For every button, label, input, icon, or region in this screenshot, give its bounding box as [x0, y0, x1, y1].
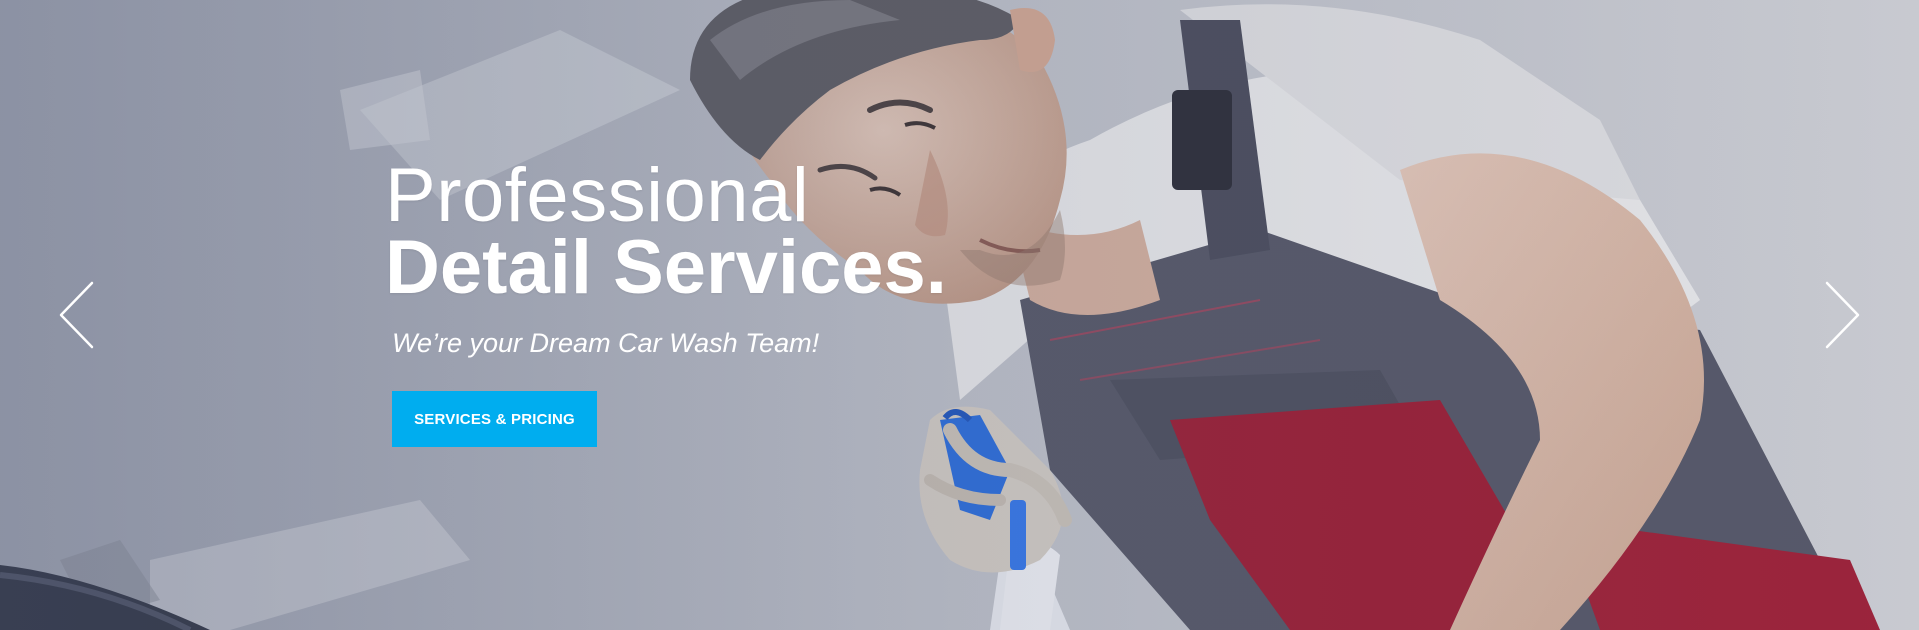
- hero-content: Professional Detail Services. We’re your…: [385, 153, 1085, 447]
- chevron-left-icon: [59, 281, 94, 349]
- headline-line-2: Detail Services.: [385, 225, 947, 310]
- hero-subtitle: We’re your Dream Car Wash Team!: [392, 328, 820, 358]
- slider-next-button[interactable]: [1822, 280, 1862, 350]
- headline-line-1: Professional: [385, 153, 810, 238]
- hero-slider: Professional Detail Services. We’re your…: [0, 0, 1919, 630]
- chevron-right-icon: [1825, 281, 1860, 349]
- hero-headline: Professional Detail Services.: [385, 153, 1085, 310]
- services-pricing-button[interactable]: SERVICES & PRICING: [392, 391, 597, 447]
- slider-prev-button[interactable]: [57, 280, 97, 350]
